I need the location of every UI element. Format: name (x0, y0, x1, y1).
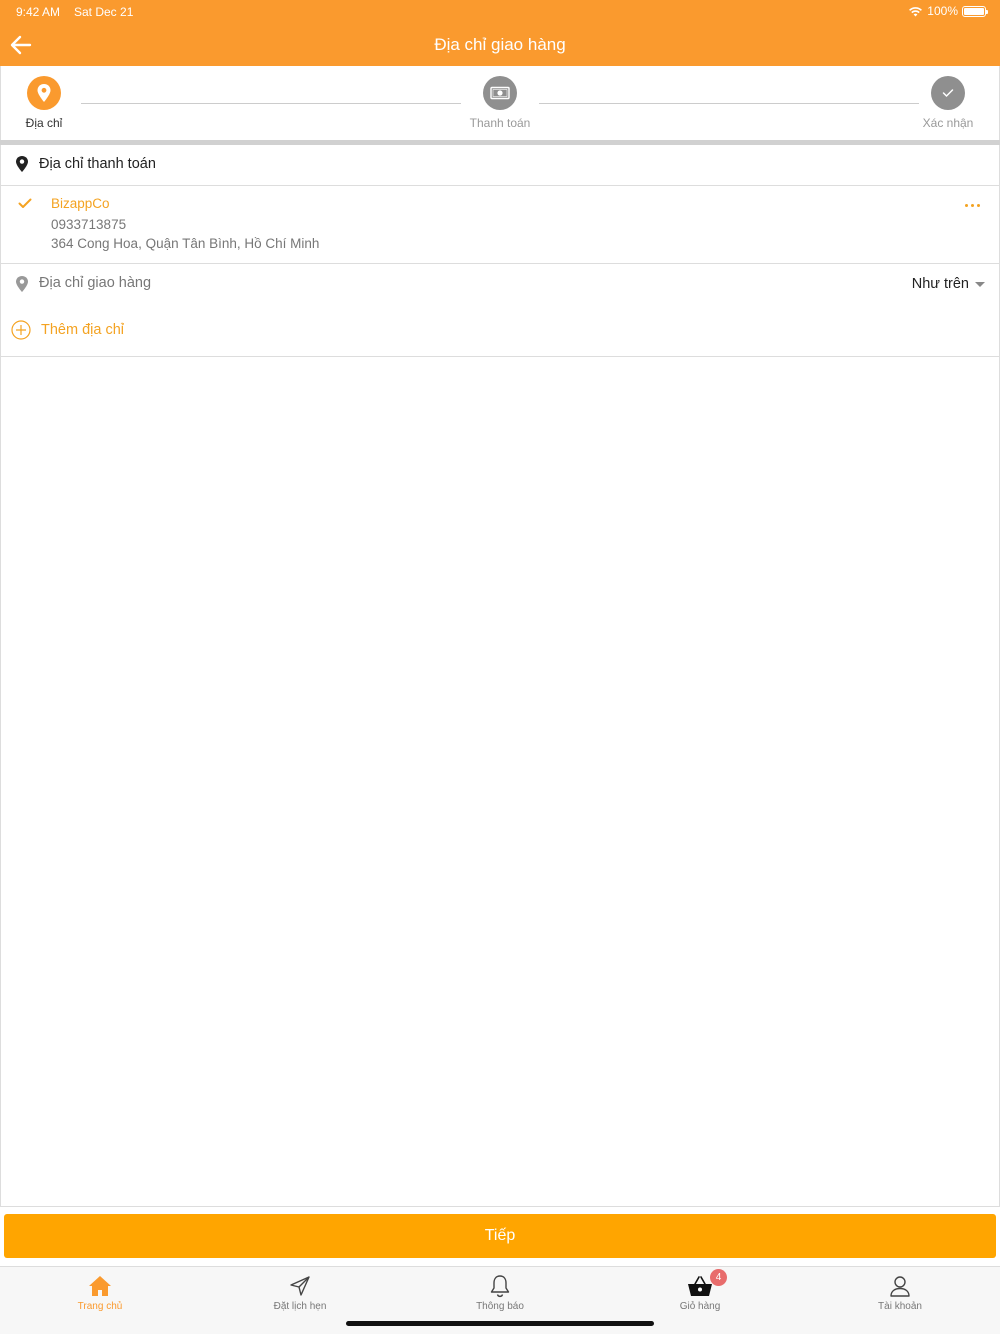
cart-count-badge: 4 (710, 1269, 727, 1286)
cash-icon (490, 86, 510, 100)
tab-label: Thông báo (476, 1301, 524, 1312)
more-dot-icon (977, 203, 980, 207)
step-label: Xác nhận (922, 116, 974, 130)
tab-icon-wrap (440, 1273, 560, 1299)
bell-icon (490, 1275, 510, 1298)
step-confirm[interactable]: Xác nhận (908, 76, 988, 130)
more-options-button[interactable] (965, 198, 987, 212)
tab-cart[interactable]: 4 Giỏ hàng (640, 1269, 760, 1312)
tab-account[interactable]: Tài khoản (840, 1273, 960, 1312)
status-time: 9:42 AM (16, 5, 61, 19)
step-label: Thanh toán (469, 116, 531, 130)
status-bar: 9:42 AM Sat Dec 21 100% (0, 0, 1000, 24)
step-payment[interactable]: Thanh toán (460, 76, 540, 130)
step-connector (81, 103, 461, 104)
tab-notifications[interactable]: Thông báo (440, 1273, 560, 1312)
checkout-stepper: Địa chỉ Thanh toán Xác nhận (0, 66, 1000, 142)
home-icon (89, 1276, 111, 1296)
billing-section-title: Địa chỉ thanh toán (39, 156, 156, 172)
home-indicator (346, 1321, 654, 1326)
add-address-button[interactable]: Thêm địa chỉ (11, 320, 124, 340)
tab-label: Giỏ hàng (679, 1301, 721, 1312)
content-area (0, 357, 1000, 1207)
step-confirm-circle (931, 76, 965, 110)
add-address-label: Thêm địa chỉ (41, 322, 125, 338)
billing-address-card[interactable]: BizappCo 0933713875 364 Cong Hoa, Quận T… (0, 186, 1000, 264)
app-root: 9:42 AM Sat Dec 21 100% Địa chỉ giao hàn… (0, 0, 1000, 1334)
shipping-option-dropdown[interactable]: Như trên (912, 276, 985, 292)
wifi-icon (909, 6, 923, 16)
battery-icon (962, 5, 988, 17)
tab-icon-wrap (840, 1273, 960, 1299)
header-bar: 9:42 AM Sat Dec 21 100% Địa chỉ giao hàn… (0, 0, 1000, 66)
address-name: BizappCo (51, 196, 110, 211)
user-icon (890, 1276, 910, 1297)
next-button[interactable]: Tiếp (4, 1214, 996, 1258)
address-phone: 0933713875 (51, 217, 127, 232)
shipping-option-value: Như trên (911, 276, 969, 292)
send-icon (290, 1276, 310, 1296)
tab-icon-wrap (40, 1273, 160, 1299)
page-title: Địa chỉ giao hàng (434, 35, 566, 54)
shipping-label: Địa chỉ giao hàng (39, 275, 152, 291)
location-pin-icon (37, 84, 51, 102)
location-pin-icon (16, 156, 28, 172)
location-pin-icon (16, 276, 28, 292)
step-address[interactable]: Địa chỉ (4, 76, 84, 130)
checkmark-icon (18, 198, 32, 208)
billing-section-header: Địa chỉ thanh toán (0, 145, 1000, 186)
shipping-section: Địa chỉ giao hàng Như trên Thêm địa chỉ (0, 264, 1000, 357)
tab-home[interactable]: Trang chủ (40, 1273, 160, 1312)
tab-label: Đặt lịch hẹn (273, 1301, 327, 1312)
step-address-circle (27, 76, 61, 110)
status-right: 100% (908, 4, 988, 18)
bottom-tab-bar: Trang chủ Đặt lịch hẹn Thông báo 4 Giỏ h… (0, 1266, 1000, 1334)
tab-label: Trang chủ (77, 1301, 123, 1312)
more-dot-icon (965, 203, 968, 207)
step-label: Địa chỉ (25, 116, 63, 130)
battery-percent: 100% (927, 4, 958, 18)
more-dot-icon (971, 203, 974, 207)
tab-label: Tài khoản (878, 1301, 922, 1312)
tab-icon-wrap (240, 1273, 360, 1299)
status-date: Sat Dec 21 (74, 5, 134, 19)
address-line: 364 Cong Hoa, Quận Tân Bình, Hồ Chí Minh (51, 236, 320, 251)
step-payment-circle (483, 76, 517, 110)
check-icon (942, 89, 954, 98)
plus-circle-icon (11, 320, 31, 340)
tab-appointment[interactable]: Đặt lịch hẹn (240, 1273, 360, 1312)
chevron-down-icon (975, 281, 985, 287)
tab-icon-wrap: 4 (640, 1269, 760, 1299)
step-connector (539, 103, 919, 104)
